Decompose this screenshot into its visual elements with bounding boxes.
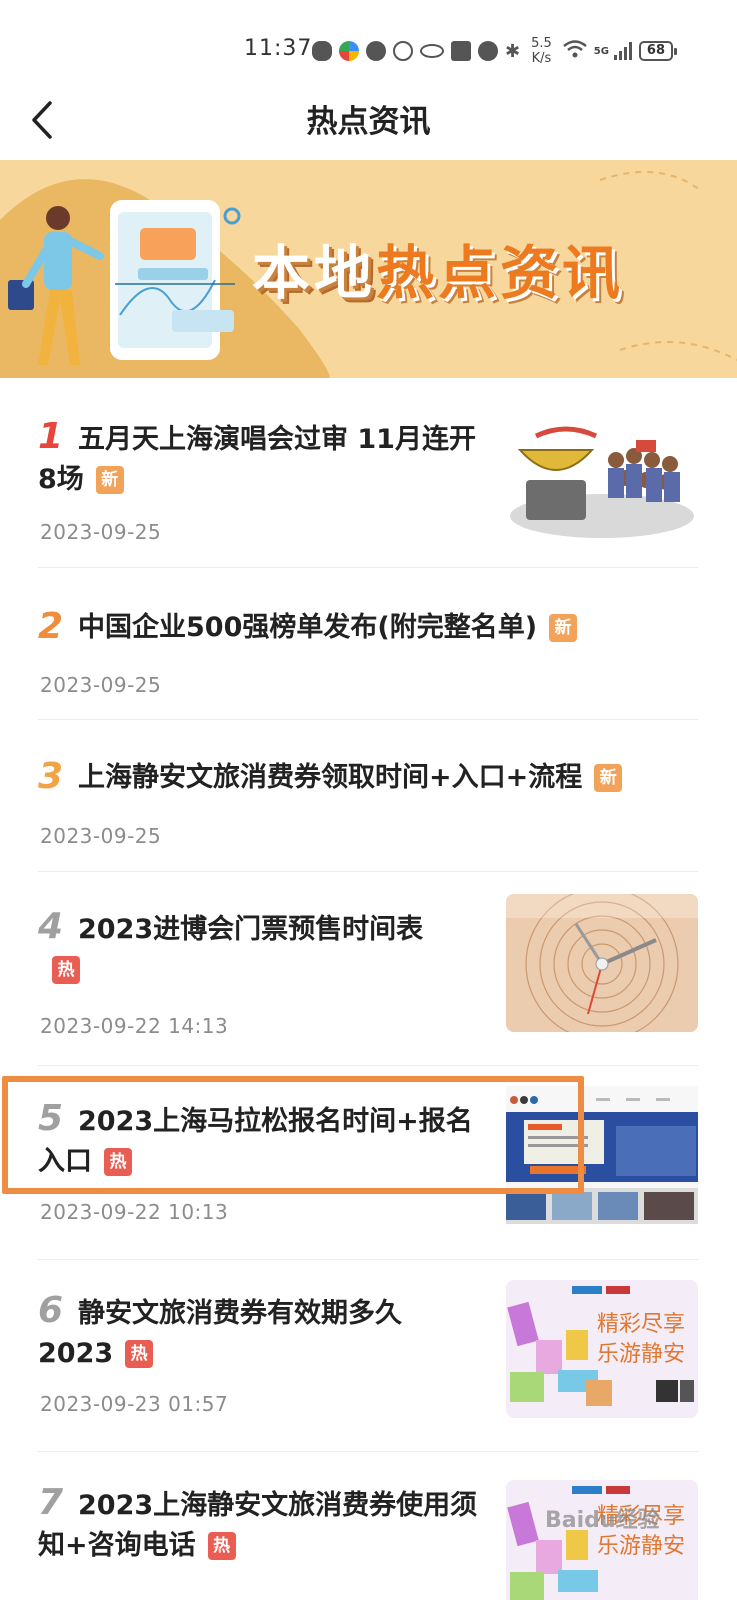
hot-badge: 热	[104, 1148, 132, 1176]
hot-badge: 热	[125, 1340, 154, 1368]
hot-badge: 热	[52, 956, 80, 984]
news-title: 中国企业500强榜单发布(附完整名单) 新	[38, 608, 678, 648]
wechat-icon	[312, 41, 332, 61]
nfc-icon	[451, 41, 471, 61]
network-type: 5G	[593, 45, 609, 57]
hot-news-banner[interactable]: 本地热点资讯	[0, 160, 737, 378]
news-title: 上海静安文旅消费券领取时间+入口+流程新	[38, 758, 698, 798]
battery-icon: 68	[638, 41, 677, 61]
page-title: 热点资讯	[306, 104, 431, 140]
news-date: 2023-09-22 14:13	[40, 1014, 229, 1038]
news-thumbnail	[506, 894, 698, 1032]
news-title: 2023上海马拉松报名时间+报名入口热	[38, 1106, 473, 1177]
banner-title: 本地热点资讯	[252, 239, 625, 307]
status-icons: ✱ 5.5 K/s 5G 68	[312, 36, 677, 66]
eye-icon	[420, 44, 444, 58]
new-badge: 新	[549, 614, 578, 642]
audio-icon	[366, 41, 386, 61]
status-time: 11:37	[244, 36, 313, 61]
watermark: Baidu经验	[545, 1508, 660, 1533]
news-date: 2023-09-22 10:13	[40, 1200, 229, 1224]
news-item[interactable]: 5 2023上海马拉松报名时间+报名入口热 2023-09-22 10:13	[38, 1066, 698, 1260]
news-date: 2023-09-25	[40, 520, 162, 544]
news-thumbnail	[506, 1086, 698, 1224]
news-thumbnail: 精彩尽享 乐游静安	[506, 1280, 698, 1418]
nav-bar: 热点资讯	[0, 90, 737, 160]
hot-badge: 热	[207, 1532, 236, 1560]
news-item[interactable]: 1 五月天上海演唱会过审 11月连开8场新 2023-09-25	[38, 378, 698, 568]
news-date: 2023-09-25	[40, 824, 162, 848]
news-title: 2023进博会门票预售时间表热	[38, 910, 478, 990]
bluetooth-icon: ✱	[505, 40, 521, 62]
news-date: 2023-09-23 01:57	[40, 1392, 229, 1416]
news-item[interactable]: 6 静安文旅消费券有效期多久2023 热 2023-09-23 01:57 精彩尽…	[38, 1260, 698, 1452]
alarm-icon	[478, 41, 498, 61]
news-title: 五月天上海演唱会过审 11月连开8场新	[38, 424, 476, 495]
wifi-icon	[562, 40, 587, 62]
news-item[interactable]: 3 上海静安文旅消费券领取时间+入口+流程新 2023-09-25	[38, 720, 698, 872]
vpn-icon	[393, 41, 413, 61]
news-title: 2023上海静安文旅消费券使用须知+咨询电话热	[38, 1490, 478, 1561]
app-icon	[339, 41, 359, 61]
news-item[interactable]: 4 2023进博会门票预售时间表热 2023-09-22 14:13	[38, 872, 698, 1066]
net-speed: 5.5 K/s	[531, 36, 552, 66]
news-thumbnail	[506, 420, 698, 540]
new-badge: 新	[594, 764, 623, 792]
status-bar: 11:37 ✱ 5.5 K/s 5G 68	[0, 0, 737, 90]
news-date: 2023-09-25	[40, 673, 162, 697]
news-title: 静安文旅消费券有效期多久2023 热	[38, 1298, 402, 1369]
thumbnail-caption: 精彩尽享 乐游静安	[596, 1312, 685, 1367]
signal-icon	[613, 42, 632, 60]
news-item[interactable]: 2 中国企业500强榜单发布(附完整名单) 新 2023-09-25	[38, 568, 698, 720]
new-badge: 新	[95, 466, 124, 494]
news-thumbnail: 精彩尽享 乐游静安	[506, 1480, 698, 1600]
